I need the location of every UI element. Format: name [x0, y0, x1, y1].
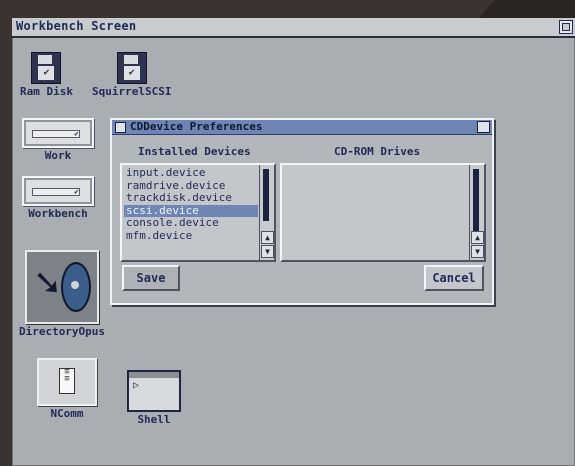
scroll-thumb[interactable] — [473, 169, 479, 231]
screen-titlebar[interactable]: Workbench Screen — [12, 18, 575, 38]
icon-label: SquirrelSCSI — [92, 85, 172, 98]
ncomm-icon: ≡ ≡ — [37, 358, 97, 406]
icon-label: Ram Disk — [20, 85, 73, 98]
window-titlebar[interactable]: CDDevice Preferences — [112, 120, 492, 135]
cddevice-preferences-window: CDDevice Preferences Installed Devices C… — [110, 118, 494, 305]
icon-label: Shell — [137, 413, 171, 426]
icon-shell[interactable]: ▷ Shell — [124, 370, 184, 426]
scroll-up-icon[interactable]: ▲ — [261, 231, 274, 244]
hard-drive-icon: ✔ — [22, 118, 94, 148]
icon-label: NComm — [50, 407, 84, 420]
cancel-button[interactable]: Cancel — [424, 265, 484, 291]
scrollbar[interactable]: ▲ ▼ — [469, 165, 484, 260]
icon-ncomm[interactable]: ≡ ≡ NComm — [32, 358, 102, 420]
save-button[interactable]: Save — [122, 265, 180, 291]
depth-gadget-icon[interactable] — [477, 121, 490, 133]
workbench-screen: Workbench Screen Ram Disk SquirrelSCSI ✔… — [12, 18, 575, 466]
icon-squirrelscsi[interactable]: SquirrelSCSI — [92, 52, 171, 98]
shell-icon: ▷ — [127, 370, 181, 412]
scroll-down-icon[interactable]: ▼ — [261, 245, 274, 258]
icon-workbench[interactable]: ✔ Workbench — [22, 176, 94, 220]
list-item[interactable]: input.device — [124, 167, 258, 180]
background-strip — [477, 0, 575, 20]
cdrom-drives-heading: CD-ROM Drives — [334, 145, 421, 158]
cdrom-drives-items — [284, 167, 468, 258]
installed-devices-heading: Installed Devices — [138, 145, 251, 158]
icon-label: Workbench — [28, 207, 88, 220]
screen-title: Workbench Screen — [16, 19, 137, 33]
scrollbar[interactable]: ▲ ▼ — [259, 165, 274, 260]
directory-opus-icon: ➘ — [25, 250, 99, 324]
scroll-up-icon[interactable]: ▲ — [471, 231, 484, 244]
depth-gadget-icon[interactable] — [559, 20, 573, 34]
icon-label: DirectoryOpus — [18, 325, 106, 338]
floppy-disk-icon — [116, 52, 147, 84]
close-icon[interactable] — [115, 122, 126, 133]
cdrom-drives-list[interactable]: ▲ ▼ — [280, 163, 486, 262]
icon-label: Work — [44, 149, 72, 162]
icon-ram-disk[interactable]: Ram Disk — [20, 52, 73, 98]
icon-work[interactable]: ✔ Work — [22, 118, 94, 162]
installed-devices-list[interactable]: input.device ramdrive.device trackdisk.dev… — [120, 163, 276, 262]
scroll-down-icon[interactable]: ▼ — [471, 245, 484, 258]
floppy-disk-icon — [31, 52, 62, 84]
list-item[interactable]: mfm.device — [124, 229, 258, 243]
installed-devices-items: input.device ramdrive.device trackdisk.dev… — [124, 167, 258, 258]
icon-directoryopus[interactable]: ➘ DirectoryOpus — [12, 250, 112, 338]
scroll-thumb[interactable] — [263, 169, 269, 221]
hard-drive-icon: ✔ — [22, 176, 94, 206]
window-title: CDDevice Preferences — [130, 120, 263, 133]
list-item[interactable]: trackdisk.device — [124, 192, 258, 205]
